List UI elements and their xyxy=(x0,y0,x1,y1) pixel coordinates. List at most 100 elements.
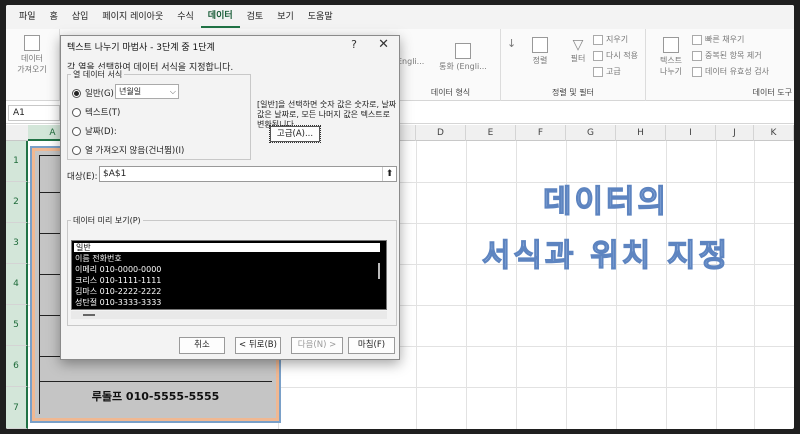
close-icon[interactable]: ✕ xyxy=(378,37,389,52)
column-header[interactable]: J xyxy=(716,125,754,141)
radio-general-dot xyxy=(72,88,81,98)
scrollbar-thumb[interactable] xyxy=(83,314,95,316)
column-header[interactable]: G xyxy=(566,125,616,141)
chevron-down-icon: ⌵ xyxy=(169,87,176,96)
tab-file[interactable]: 파일 xyxy=(12,5,43,29)
name-box[interactable]: A1 xyxy=(8,105,60,121)
preview-row: 성탄절 010-3333-3333 xyxy=(75,298,162,307)
cancel-button[interactable]: 취소 xyxy=(179,337,225,354)
reapply-icon xyxy=(593,50,603,61)
preview-row: 크리스 010-1111-1111 xyxy=(75,276,162,285)
radio-general[interactable]: 일반(G) xyxy=(72,87,114,99)
column-format-legend: 열 데이터 서식 xyxy=(71,69,125,80)
radio-skip-dot xyxy=(72,145,81,155)
flash-fill-icon xyxy=(692,34,702,45)
radio-date-dot xyxy=(72,126,81,136)
annotation-line-1: 데이터의 xyxy=(542,183,670,220)
column-header[interactable]: K xyxy=(754,125,794,141)
preview-row: 이름 전화번호 xyxy=(75,254,122,263)
row-header[interactable]: 6 xyxy=(6,346,28,387)
tab-review[interactable]: 검토 xyxy=(240,5,271,29)
radio-text[interactable]: 텍스트(T) xyxy=(72,106,120,118)
data-validation-button[interactable]: 데이터 유효성 검사 xyxy=(692,66,769,77)
collapse-dialog-icon[interactable]: ⬆ xyxy=(382,167,396,181)
radio-text-dot xyxy=(72,107,81,117)
help-icon[interactable]: ? xyxy=(351,38,357,51)
radio-skip[interactable]: 열 가져오지 않음(건너뜀)(I) xyxy=(72,144,184,156)
stocks-button[interactable]: Engli... xyxy=(397,57,424,66)
dialog-title: 텍스트 나누기 마법사 - 3단계 중 1단계 xyxy=(67,43,215,53)
text-to-columns-icon xyxy=(663,37,679,53)
data-tools-label: 데이터 도구 xyxy=(752,88,792,97)
get-data-button[interactable]: 데이터 가져오기 xyxy=(12,35,52,75)
annotation-line-2: 서식과 위치 지정 xyxy=(481,237,731,274)
sort-az-icon[interactable]: ↓ xyxy=(507,37,516,50)
flash-fill-button[interactable]: 빠른 채우기 xyxy=(692,34,744,45)
data-preview-box[interactable]: 일반 이름 전화번호 이메리 010-0000-0000 크리스 010-111… xyxy=(71,240,387,310)
sort-icon xyxy=(532,37,548,53)
get-data-label-1: 데이터 xyxy=(20,54,44,63)
data-preview-group: 데이터 미리 보기(P) 일반 이름 전화번호 이메리 010-0000-000… xyxy=(67,215,397,326)
data-types-group: Engli... 통화 (Engli... 데이터 형식 xyxy=(397,29,501,101)
tab-page-layout[interactable]: 페이지 레이아웃 xyxy=(95,5,170,29)
tab-home[interactable]: 홈 xyxy=(43,5,65,29)
annotation-overlay: 데이터의 서식과 위치 지정 xyxy=(436,175,776,283)
tab-insert[interactable]: 삽입 xyxy=(65,5,96,29)
tab-data[interactable]: 데이터 xyxy=(200,6,240,28)
column-header[interactable]: E xyxy=(466,125,516,141)
advanced-filter-button[interactable]: 고급 xyxy=(593,66,621,77)
preview-column-header[interactable]: 일반 xyxy=(73,242,381,253)
column-header[interactable]: I xyxy=(666,125,716,141)
data-tools-group: 텍스트 나누기 빠른 채우기 중복된 항목 제거 데이터 유효성 검사 데이터 … xyxy=(646,29,794,101)
column-header[interactable]: F xyxy=(516,125,566,141)
data-types-label: 데이터 형식 xyxy=(430,88,471,97)
destination-label: 대상(E): xyxy=(67,172,98,182)
filter-icon: ▽ xyxy=(572,37,584,53)
remove-duplicates-button[interactable]: 중복된 항목 제거 xyxy=(692,50,762,61)
row-header[interactable]: 7 xyxy=(6,387,28,429)
preview-horizontal-scrollbar[interactable] xyxy=(71,311,387,319)
clear-button[interactable]: 지우기 xyxy=(593,34,628,45)
sort-filter-label: 정렬 및 필터 xyxy=(552,88,594,97)
column-header[interactable]: H xyxy=(616,125,666,141)
remove-duplicates-icon xyxy=(692,50,702,61)
tab-formulas[interactable]: 수식 xyxy=(170,5,201,29)
sort-filter-group: ↓ 정렬 ▽ 필터 지우기 다시 적용 고급 정렬 및 필터 xyxy=(501,29,646,101)
tab-help[interactable]: 도움말 xyxy=(301,5,340,29)
row-header[interactable]: 1 xyxy=(6,141,28,182)
radio-date[interactable]: 날짜(D): xyxy=(72,125,117,137)
row-header[interactable]: 4 xyxy=(6,264,28,305)
currency-icon xyxy=(455,43,471,59)
back-button[interactable]: < 뒤로(B) xyxy=(235,337,281,354)
text-to-columns-dialog: 텍스트 나누기 마법사 - 3단계 중 1단계 ? ✕ 각 열을 선택하여 데이… xyxy=(60,35,400,360)
text-to-columns-button[interactable]: 텍스트 나누기 xyxy=(654,37,688,77)
reapply-button[interactable]: 다시 적용 xyxy=(593,50,638,61)
row-header[interactable]: 2 xyxy=(6,182,28,223)
database-icon xyxy=(24,35,40,51)
sort-button[interactable]: 정렬 xyxy=(529,37,551,66)
finish-button[interactable]: 마침(F) xyxy=(348,337,395,354)
preview-row: 이메리 010-0000-0000 xyxy=(75,265,162,274)
row-headers: 1 2 3 4 5 6 7 xyxy=(6,141,28,429)
row-header[interactable]: 5 xyxy=(6,305,28,346)
data-validation-icon xyxy=(692,66,702,77)
preview-vertical-scrollbar[interactable] xyxy=(377,253,383,309)
get-data-label-2: 가져오기 xyxy=(17,65,47,74)
cell-last-row: 루돌프 010-5555-5555 xyxy=(91,390,220,403)
row-header[interactable]: 3 xyxy=(6,223,28,264)
data-preview-legend: 데이터 미리 보기(P) xyxy=(71,215,143,226)
tab-view[interactable]: 보기 xyxy=(270,5,301,29)
filter-button[interactable]: ▽ 필터 xyxy=(567,37,589,64)
preview-row: 김마스 010-2222-2222 xyxy=(75,287,162,296)
column-header[interactable]: D xyxy=(416,125,466,141)
destination-input[interactable]: $A$1 ⬆ xyxy=(99,166,397,182)
get-data-group: 데이터 가져오기 xyxy=(6,29,60,101)
ribbon-tabs: 파일 홈 삽입 페이지 레이아웃 수식 데이터 검토 보기 도움말 xyxy=(6,5,794,29)
scrollbar-thumb[interactable] xyxy=(378,263,380,279)
clear-icon xyxy=(593,34,603,45)
currency-button[interactable]: 통화 (Engli... xyxy=(433,43,493,72)
date-format-select[interactable]: 년월일 ⌵ xyxy=(115,84,179,99)
next-button[interactable]: 다음(N) > xyxy=(291,337,343,354)
advanced-filter-icon xyxy=(593,66,603,77)
advanced-button[interactable]: 고급(A)... xyxy=(269,125,321,143)
